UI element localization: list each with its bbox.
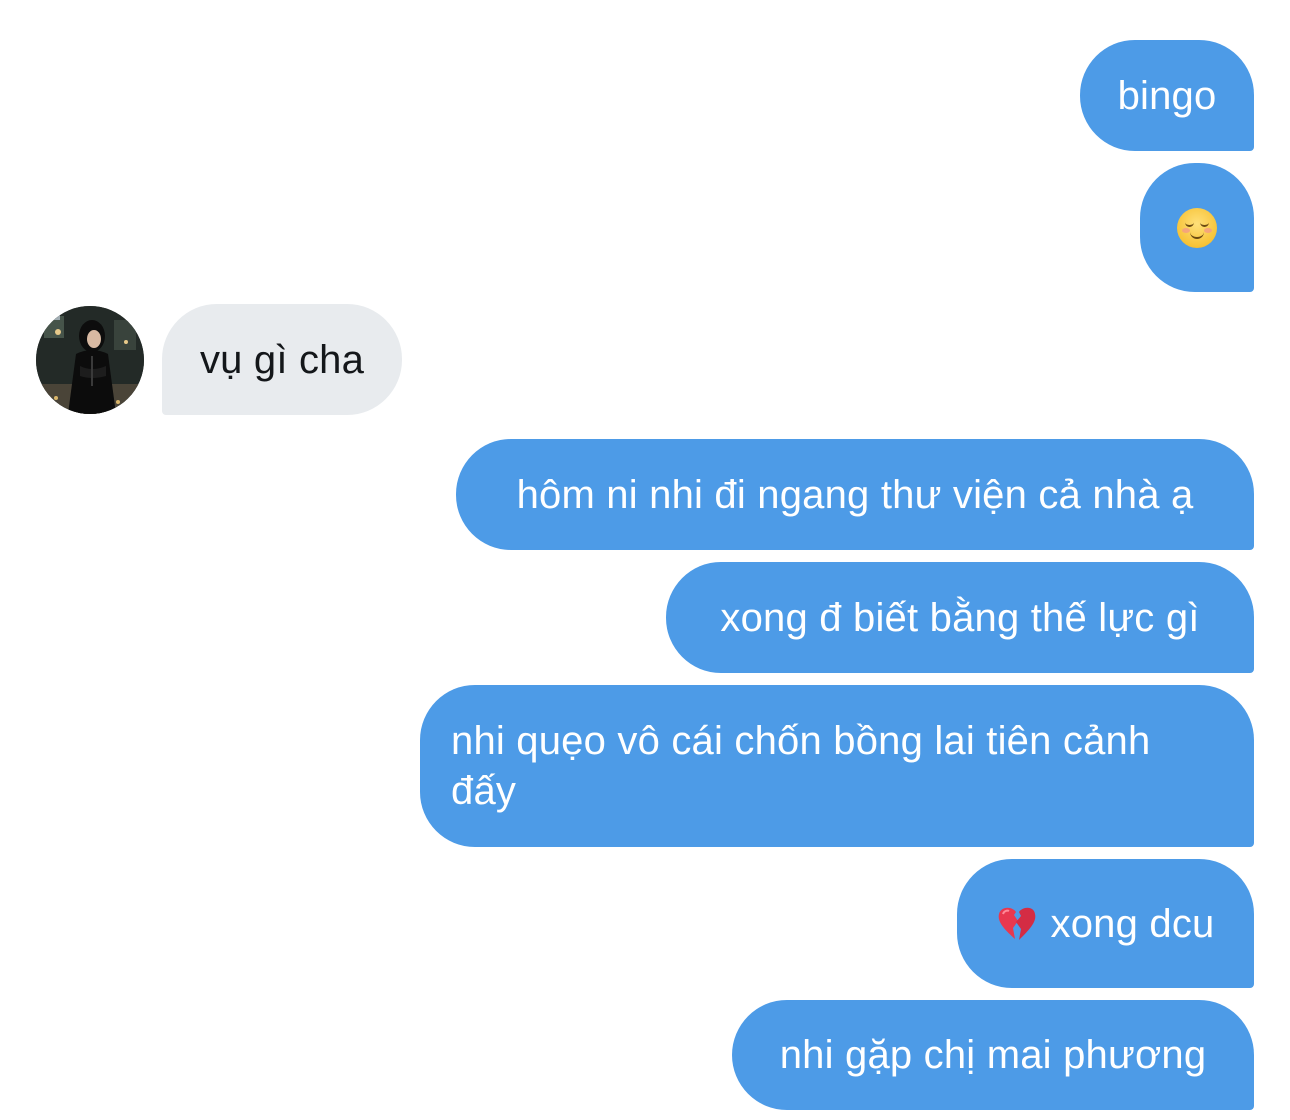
message-text: vụ gì cha [199, 337, 365, 382]
message-text-line: nhi quẹo vô cái chốn bồng lai tiên cảnh [451, 719, 1151, 763]
message-bubble-outgoing[interactable]: hôm ni nhi đi ngang thư viện cả nhà ạ [456, 439, 1254, 550]
contact-avatar[interactable] [36, 306, 144, 414]
message-text: xong đ biết bằng thế lực gì [720, 595, 1200, 640]
message-bubble-outgoing[interactable]: xong đ biết bằng thế lực gì [666, 562, 1254, 673]
message-bubble-outgoing[interactable]: nhi quẹo vô cái chốn bồng lai tiên cảnh … [420, 685, 1254, 847]
message-text: bingo [1117, 73, 1217, 118]
message-text: hôm ni nhi đi ngang thư viện cả nhà ạ [516, 472, 1194, 517]
message-bubble-outgoing[interactable]: bingo [1080, 40, 1254, 151]
relieved-smiling-face-icon [1177, 207, 1217, 248]
message-bubble-incoming[interactable]: vụ gì cha [162, 304, 402, 415]
message-bubble-outgoing[interactable]: nhi gặp chị mai phương [732, 1000, 1254, 1110]
message-text: nhi gặp chị mai phương [779, 1033, 1207, 1077]
message-bubble-outgoing[interactable]: xong dcu [957, 859, 1254, 988]
avatar-photo-icon [36, 306, 144, 414]
message-text-line: đấy [451, 769, 517, 813]
broken-heart-icon [998, 907, 1035, 940]
message-bubble-outgoing[interactable] [1140, 163, 1254, 292]
message-text: xong dcu [1050, 901, 1215, 946]
